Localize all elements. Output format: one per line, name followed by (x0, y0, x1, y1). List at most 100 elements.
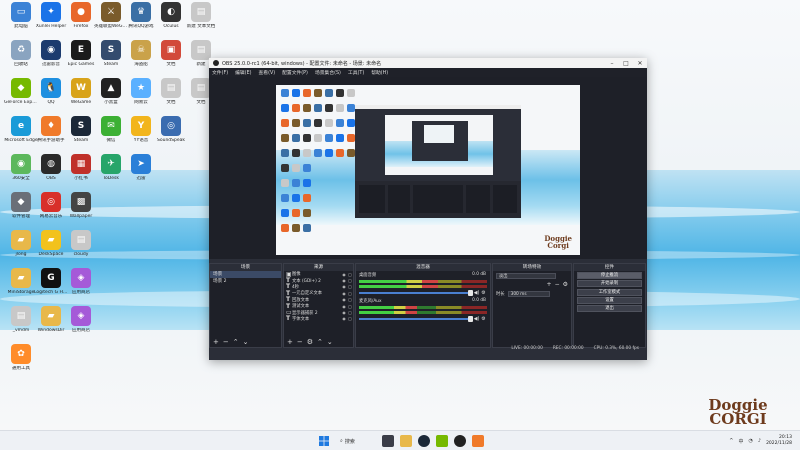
speaker-icon[interactable]: ◀) (473, 316, 480, 322)
desktop-icon[interactable]: ✈ ToDesk (94, 152, 128, 192)
desktop-icon[interactable]: ♻ 回收站 (4, 38, 38, 78)
desktop-icon[interactable]: ◉ 迅雷影音 (34, 38, 68, 78)
desktop-icon[interactable]: ▤ 新建 文本文档 (184, 0, 218, 40)
desktop-icon[interactable]: S Steam (94, 38, 128, 78)
desktop-icon[interactable]: ▰ MiniStorage (4, 266, 38, 306)
desktop-icon[interactable]: ▤ 文档 (154, 76, 188, 116)
gear-icon[interactable]: ⚙ (563, 281, 568, 288)
minimize-icon[interactable]: – (605, 60, 619, 67)
desktop-icon[interactable]: ◐ Oculus (154, 0, 188, 40)
control-button[interactable]: 设置 (577, 296, 642, 304)
lock-icon[interactable]: ▢ (347, 278, 353, 283)
desktop-icon[interactable]: ✿ 通用工具 (4, 342, 38, 382)
desktop-icon[interactable]: e Microsoft Edge (4, 114, 38, 154)
desktop-icon[interactable]: S Steam (64, 114, 98, 154)
control-button[interactable]: 退出 (577, 304, 642, 312)
desktop-icon[interactable]: ▣ 文档 (154, 38, 188, 78)
lock-icon[interactable]: ▢ (347, 284, 353, 289)
volume-slider-handle[interactable] (468, 290, 473, 296)
transition-select[interactable]: 淡出 (496, 272, 556, 279)
desktop-icon[interactable]: 🐧 QQ (34, 76, 68, 116)
source-item[interactable]: T 字体文本 ◉ ▢ (284, 315, 353, 322)
desktop-icon[interactable]: ▲ 小黑盒 (94, 76, 128, 116)
source-item[interactable]: ▭ 显示器捕获 2 ◉ ▢ (284, 309, 353, 316)
desktop-icon[interactable]: ▤ _vmdm (4, 304, 38, 344)
desktop-icon[interactable]: ▰ jlong (4, 228, 38, 268)
scene-item[interactable]: 场景 2 (210, 278, 281, 285)
desktop-icon[interactable]: ◎ 网易云音乐 (34, 190, 68, 230)
preview-area[interactable]: Doggie Corgi (209, 77, 647, 259)
lock-icon[interactable]: ▢ (347, 310, 353, 315)
desktop-icon[interactable]: ▦ 小红书 (64, 152, 98, 192)
remove-transition-button[interactable]: − (555, 281, 560, 288)
menu-item[interactable]: 工具(T) (348, 69, 364, 76)
control-button[interactable]: 开始录制 (577, 280, 642, 288)
desktop-icon[interactable]: ◈ 应用商店 (64, 304, 98, 344)
task-view-icon[interactable] (382, 435, 394, 447)
lock-icon[interactable]: ▢ (347, 272, 353, 277)
desktop-icon[interactable]: ▰ DeskSpace (34, 228, 68, 268)
menu-item[interactable]: 场景集合(S) (315, 69, 341, 76)
obs-window[interactable]: OBS 25.0.0-rc1 (64-bit, windows) - 配置文件:… (209, 58, 647, 360)
desktop-icon[interactable]: ◉ 360安全 (4, 152, 38, 192)
source-item[interactable]: T 测试文本 ◉ ▢ (284, 303, 353, 310)
desktop-icon[interactable]: ◈ 应用商店 (64, 266, 98, 306)
desktop-icon[interactable]: ⚔ 英雄联盟WeGame (94, 0, 128, 40)
volume-slider-handle[interactable] (468, 316, 473, 322)
menu-item[interactable]: 配置文件(P) (282, 69, 308, 76)
desktop-icon[interactable]: ➤ 迅雷 (124, 152, 158, 192)
desktop-icon[interactable]: ▤ cloudy (64, 228, 98, 268)
steam-icon[interactable] (418, 435, 430, 447)
desktop-icon[interactable]: Y YY语音 (124, 114, 158, 154)
desktop-icon[interactable]: ☠ 海盗船 (124, 38, 158, 78)
speaker-icon[interactable]: ◀) (473, 290, 480, 296)
tray-overflow-icon[interactable]: ^ (729, 438, 733, 444)
volume-slider[interactable] (359, 316, 473, 322)
desktop-icon[interactable]: ▩ Wallpaper (64, 190, 98, 230)
source-item[interactable]: T 回放文本 ◉ ▢ (284, 296, 353, 303)
file-explorer-icon[interactable] (400, 435, 412, 447)
control-button[interactable]: 停止推流 (577, 272, 642, 280)
desktop-icon[interactable]: ▰ WindowsDir (34, 304, 68, 344)
desktop-icon[interactable]: ◍ OBS (34, 152, 68, 192)
control-button[interactable]: 工作室模式 (577, 288, 642, 296)
menu-item[interactable]: 查看(V) (258, 69, 275, 76)
obs-icon[interactable] (454, 435, 466, 447)
taskbar-search[interactable]: ⌕ 搜索 (336, 435, 359, 447)
scene-item[interactable]: 场景 (210, 271, 281, 278)
menu-item[interactable]: 编辑(E) (235, 69, 251, 76)
preview-canvas[interactable]: Doggie Corgi (276, 85, 580, 255)
source-item[interactable]: T 一元自定义文本 ◉ ▢ (284, 290, 353, 297)
duration-input[interactable]: 300 ms (507, 290, 550, 297)
geforce-icon[interactable] (436, 435, 448, 447)
desktop-icon[interactable]: ✦ Xunlei Helper (34, 0, 68, 40)
source-item[interactable]: T 文本 (GDI+) 2 ◉ ▢ (284, 277, 353, 284)
maximize-icon[interactable]: □ (619, 60, 633, 67)
desktop-icon[interactable]: W WeGame (64, 76, 98, 116)
volume-slider[interactable] (359, 290, 473, 296)
desktop-icon[interactable]: ◎ SoundSpeak (154, 114, 188, 154)
sources-list[interactable]: ▣ 图像 ◉ ▢ T 文本 (GDI+) 2 ◉ ▢ T 4秒 ◉ ▢ T 一元自定义文本 ◉ ▢ T 回放文本 ◉… (284, 271, 353, 337)
desktop-icon[interactable]: G Logitech G HUB (34, 266, 68, 306)
lock-icon[interactable]: ▢ (347, 297, 353, 302)
desktop-icon[interactable]: ◆ GeForce Experience (4, 76, 38, 116)
lock-icon[interactable]: ▢ (347, 316, 353, 321)
source-item[interactable]: ▣ 图像 ◉ ▢ (284, 271, 353, 278)
gear-icon[interactable]: ⚙ (480, 316, 487, 322)
desktop-icon[interactable]: ◆ 软件管理 (4, 190, 38, 230)
volume-icon[interactable]: ♪ (758, 438, 761, 444)
desktop-icon[interactable]: ● Firefox (64, 0, 98, 40)
add-transition-button[interactable]: + (547, 281, 552, 288)
desktop-icon[interactable]: ★ 网易云 (124, 76, 158, 116)
clock[interactable]: 20:13 2022/11/28 (766, 435, 792, 447)
lock-icon[interactable]: ▢ (347, 291, 353, 296)
scenes-list[interactable]: 场景 场景 2 (210, 271, 281, 337)
desktop-icon[interactable]: ♦ 腾讯手游助手 (34, 114, 68, 154)
menu-item[interactable]: 文件(F) (212, 69, 228, 76)
app-icon[interactable] (472, 435, 484, 447)
desktop-icon[interactable]: ✉ 微信 (94, 114, 128, 154)
window-title-bar[interactable]: OBS 25.0.0-rc1 (64-bit, windows) - 配置文件:… (209, 58, 647, 68)
close-icon[interactable]: ✕ (633, 60, 647, 67)
desktop-icon[interactable]: E Epic Games (64, 38, 98, 78)
windows-start-icon[interactable] (318, 435, 330, 447)
